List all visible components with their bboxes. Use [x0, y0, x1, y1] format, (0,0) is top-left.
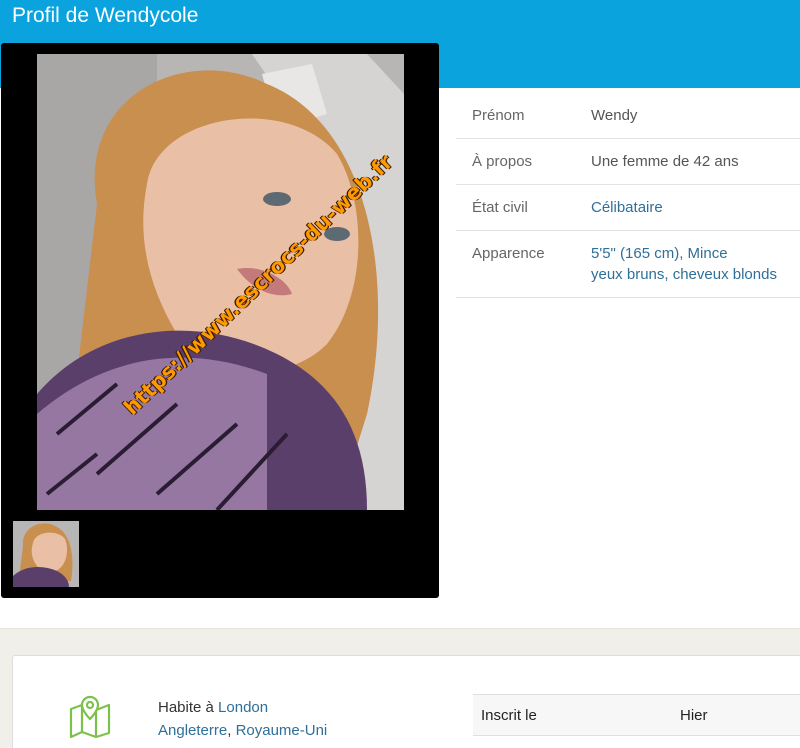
location-separator: ,: [227, 722, 232, 739]
appearance-line1-link[interactable]: 5'5" (165 cm), Mince: [591, 245, 728, 262]
page-title: Profil de Wendycole: [12, 4, 199, 27]
registration-value: Hier: [680, 707, 708, 724]
detail-row-about: À propos Une femme de 42 ans: [456, 139, 800, 185]
lives-prefix: Habite à: [158, 699, 214, 716]
firstname-label: Prénom: [472, 107, 525, 124]
residence-info: Habite à London Angleterre, Royaume-Uni: [158, 696, 327, 742]
detail-row-status: État civil Célibataire: [456, 185, 800, 231]
about-value: Une femme de 42 ans: [591, 153, 739, 170]
detail-row-firstname: Prénom Wendy: [456, 93, 800, 139]
profile-details: Prénom Wendy À propos Une femme de 42 an…: [456, 93, 800, 298]
appearance-label: Apparence: [472, 245, 545, 262]
region-link[interactable]: Angleterre: [158, 722, 227, 739]
photo-thumbnail[interactable]: [13, 521, 79, 587]
status-label: État civil: [472, 199, 528, 216]
city-link[interactable]: London: [218, 699, 268, 716]
registration-label: Inscrit le: [481, 707, 537, 724]
detail-row-appearance: Apparence 5'5" (165 cm), Mince yeux brun…: [456, 231, 800, 298]
about-label: À propos: [472, 153, 533, 170]
country-link[interactable]: Royaume-Uni: [236, 722, 328, 739]
main-profile-photo[interactable]: https://www.escrocs-du-web.fr: [37, 54, 404, 510]
registration-row: Inscrit le Hier: [473, 694, 800, 736]
map-pin-icon: [68, 695, 112, 739]
appearance-line2-link[interactable]: yeux bruns, cheveux blonds: [591, 266, 777, 283]
appearance-value: 5'5" (165 cm), Mince yeux bruns, cheveux…: [591, 243, 800, 285]
photo-gallery: https://www.escrocs-du-web.fr: [1, 43, 439, 598]
status-link[interactable]: Célibataire: [591, 197, 800, 218]
firstname-value: Wendy: [591, 107, 638, 124]
